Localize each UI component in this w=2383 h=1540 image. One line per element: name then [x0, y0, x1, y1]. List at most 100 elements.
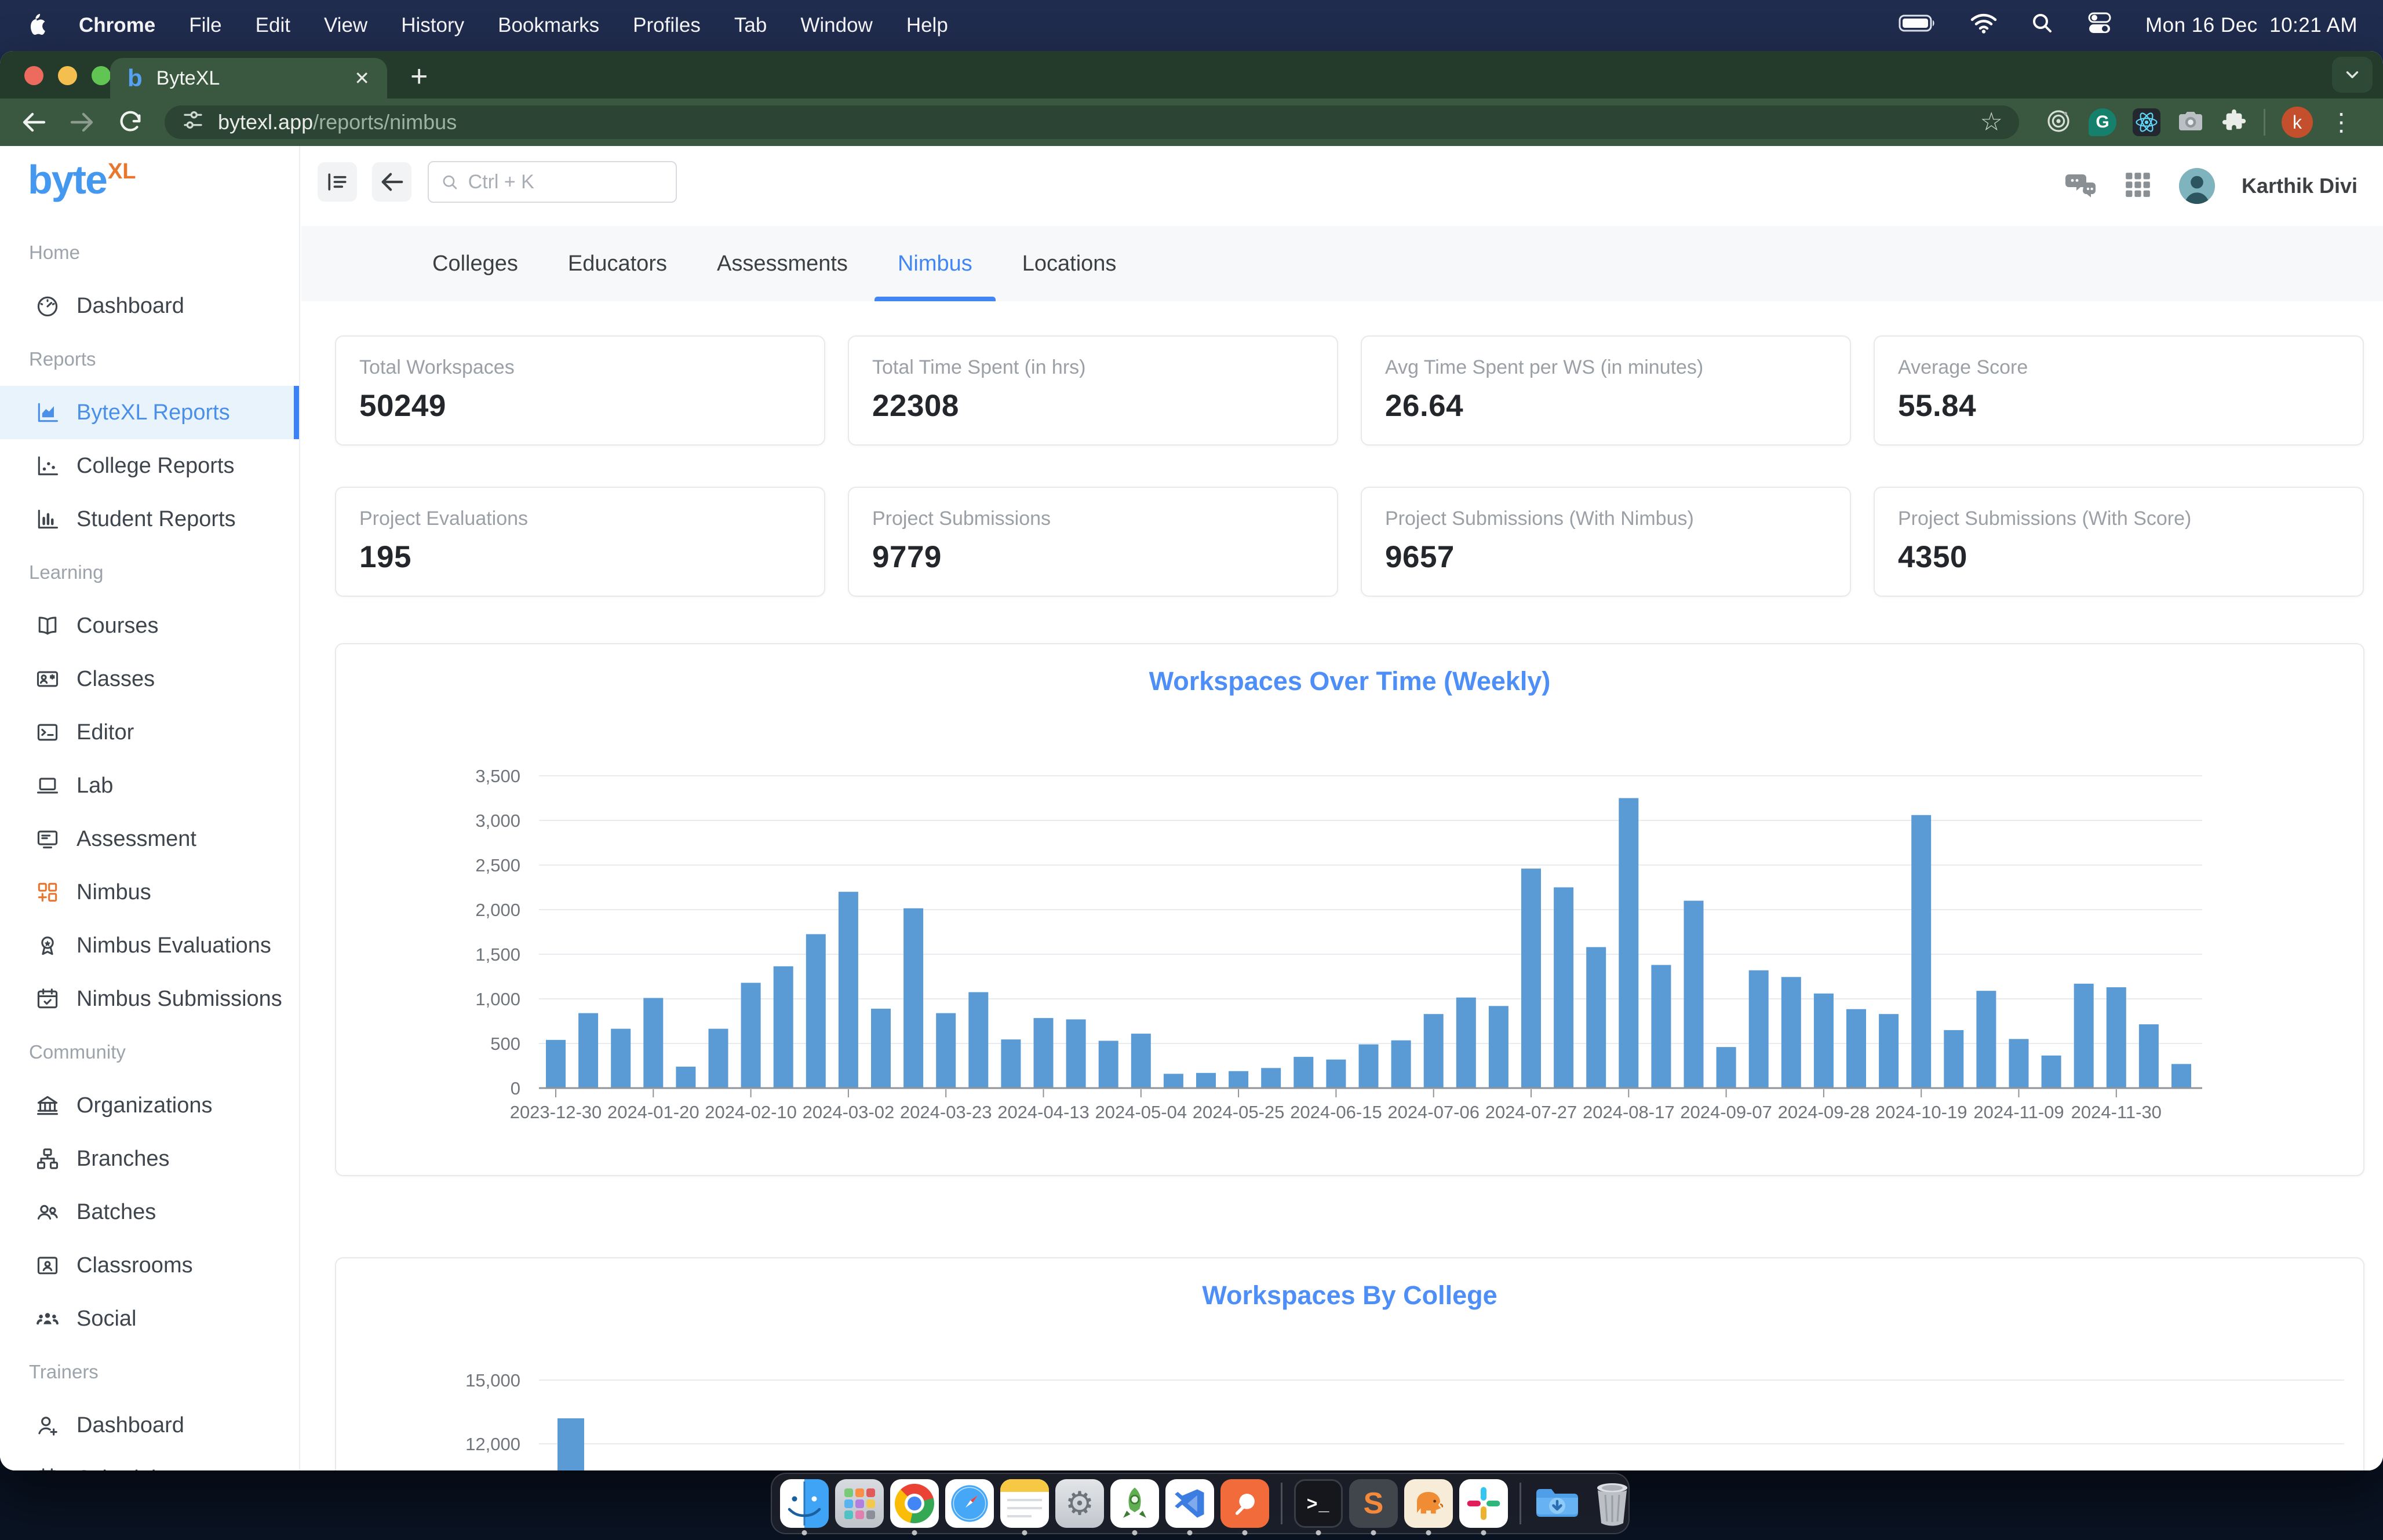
tab-nimbus[interactable]: Nimbus [891, 226, 979, 301]
menu-item-bookmarks[interactable]: Bookmarks [498, 14, 599, 37]
grammarly-extension-icon[interactable]: G [2089, 108, 2116, 136]
sidebar-item-batches[interactable]: Batches [0, 1185, 299, 1239]
macos-dock: ⚙ >_S [771, 1473, 1630, 1534]
dock-running-dot [1371, 1530, 1376, 1535]
svg-text:2024-03-02: 2024-03-02 [803, 1102, 895, 1122]
menu-item-window[interactable]: Window [800, 14, 872, 37]
dock-postico-icon[interactable] [1404, 1479, 1453, 1528]
menu-item-view[interactable]: View [324, 14, 367, 37]
sidebar-item-lab[interactable]: Lab [0, 759, 299, 812]
svg-text:2,000: 2,000 [475, 900, 520, 920]
stat-card-total-time-spent-in-hrs-: Total Time Spent (in hrs)22308 [848, 335, 1338, 446]
tab-locations[interactable]: Locations [1015, 226, 1124, 301]
sidebar-item-student-reports[interactable]: Student Reports [0, 492, 299, 546]
extensions-puzzle-icon[interactable] [2221, 108, 2247, 137]
menu-item-history[interactable]: History [401, 14, 464, 37]
address-bar[interactable]: bytexl.app/reports/nimbus ☆ [165, 105, 2019, 139]
orbit-extension-icon[interactable] [2045, 107, 2072, 138]
stat-card-value: 22308 [872, 388, 1314, 424]
svg-text:2024-08-17: 2024-08-17 [1583, 1102, 1675, 1122]
menu-item-profiles[interactable]: Profiles [633, 14, 701, 37]
sidebar-item-classes[interactable]: Classes [0, 652, 299, 706]
site-settings-icon[interactable] [181, 108, 205, 137]
sidebar-item-label: Branches [76, 1147, 170, 1172]
page-back-button[interactable] [372, 162, 411, 202]
tab-close-icon[interactable]: ✕ [354, 67, 370, 89]
laptop-icon [35, 773, 60, 798]
spotlight-search-icon[interactable] [2031, 12, 2054, 40]
dock-vscode-icon[interactable] [1165, 1479, 1214, 1528]
dock-launchpad-icon[interactable] [835, 1479, 884, 1528]
sidebar-item-editor[interactable]: Editor [0, 706, 299, 759]
chat-icon[interactable] [2064, 170, 2097, 202]
user-name[interactable]: Karthik Divi [2242, 174, 2358, 198]
apps-grid-icon[interactable] [2123, 170, 2152, 202]
sidebar-item-college-reports[interactable]: College Reports [0, 439, 299, 492]
workspaces-by-college-chart: 15,00012,000 [336, 1258, 2364, 1470]
dock-rocket-app-icon[interactable] [1110, 1479, 1159, 1528]
sidebar-item-label: Lab [76, 773, 113, 798]
sidebar-item-nimbus-evaluations[interactable]: Nimbus Evaluations [0, 919, 299, 972]
reload-button[interactable] [117, 109, 144, 136]
dock-system-settings-icon[interactable]: ⚙ [1055, 1479, 1104, 1528]
dock-terminal-icon[interactable]: >_ [1294, 1479, 1343, 1528]
dock-chrome-icon[interactable] [890, 1479, 939, 1528]
dock-slack-icon[interactable] [1459, 1479, 1508, 1528]
sidebar-item-social[interactable]: Social [0, 1292, 299, 1345]
menu-item-help[interactable]: Help [906, 14, 948, 37]
close-window-button[interactable] [24, 66, 43, 85]
dock-postman-icon[interactable] [1220, 1479, 1269, 1528]
stat-card-label: Total Workspaces [359, 356, 801, 379]
sidebar-item-organizations[interactable]: Organizations [0, 1079, 299, 1132]
minimize-window-button[interactable] [58, 66, 77, 85]
bytexl-logo[interactable]: byteXL [28, 156, 135, 203]
dock-running-dot [1187, 1530, 1193, 1535]
sidebar-collapse-button[interactable] [318, 162, 357, 202]
sidebar-item-bytexl-reports[interactable]: ByteXL Reports [0, 386, 299, 439]
menu-item-chrome[interactable]: Chrome [79, 14, 155, 37]
stat-card-label: Project Submissions (With Nimbus) [1385, 508, 1827, 530]
sidebar-item-dashboard[interactable]: Dashboard [0, 1399, 299, 1452]
sidebar-item-nimbus[interactable]: Nimbus [0, 866, 299, 919]
sidebar-item-dashboard[interactable]: Dashboard [0, 279, 299, 333]
sidebar-item-schedule[interactable]: Schedule [0, 1452, 299, 1470]
stat-card-project-submissions-with-nimbus-: Project Submissions (With Nimbus) 9657 [1361, 487, 1851, 597]
dock-notes-icon[interactable] [1000, 1479, 1049, 1528]
wifi-icon[interactable] [1970, 13, 1997, 39]
sidebar-item-label: Classrooms [76, 1253, 193, 1278]
sidebar-item-branches[interactable]: Branches [0, 1132, 299, 1185]
menu-item-file[interactable]: File [189, 14, 221, 37]
screenshot-extension-icon[interactable] [2177, 107, 2205, 138]
back-button[interactable] [20, 108, 48, 136]
tab-assessments[interactable]: Assessments [710, 226, 855, 301]
sidebar-item-courses[interactable]: Courses [0, 599, 299, 652]
sidebar-item-classrooms[interactable]: Classrooms [0, 1239, 299, 1292]
tab-colleges[interactable]: Colleges [425, 226, 525, 301]
browser-menu-icon[interactable]: ⋮ [2329, 115, 2353, 129]
stat-card-value: 9657 [1385, 539, 1827, 575]
maximize-window-button[interactable] [92, 66, 111, 85]
browser-profile-avatar[interactable]: k [2282, 107, 2313, 138]
tab-search-button[interactable] [2332, 57, 2373, 93]
user-avatar[interactable] [2179, 168, 2215, 204]
dock-safari-icon[interactable] [945, 1479, 994, 1528]
browser-tab[interactable]: b ByteXL ✕ [110, 58, 387, 98]
dock-trash-icon[interactable] [1588, 1479, 1637, 1528]
dock-running-dot [912, 1530, 917, 1535]
dock-sublime-text-icon[interactable]: S [1349, 1479, 1398, 1528]
tab-educators[interactable]: Educators [561, 226, 674, 301]
sidebar-item-nimbus-submissions[interactable]: Nimbus Submissions [0, 972, 299, 1026]
search-input[interactable] [468, 171, 664, 194]
menu-item-edit[interactable]: Edit [256, 14, 290, 37]
svg-text:3,500: 3,500 [475, 766, 520, 786]
dock-downloads-folder-icon[interactable] [1533, 1479, 1582, 1528]
apple-menu-icon[interactable] [25, 12, 48, 39]
react-devtools-extension-icon[interactable] [2133, 108, 2160, 136]
menu-item-tab[interactable]: Tab [734, 14, 767, 37]
bookmark-star-icon[interactable]: ☆ [1980, 110, 2003, 135]
forward-button[interactable] [68, 108, 96, 136]
sidebar-item-assessment[interactable]: Assessment [0, 812, 299, 866]
dock-finder-icon[interactable] [780, 1479, 829, 1528]
control-center-icon[interactable] [2087, 11, 2112, 41]
new-tab-button[interactable]: + [410, 59, 428, 94]
